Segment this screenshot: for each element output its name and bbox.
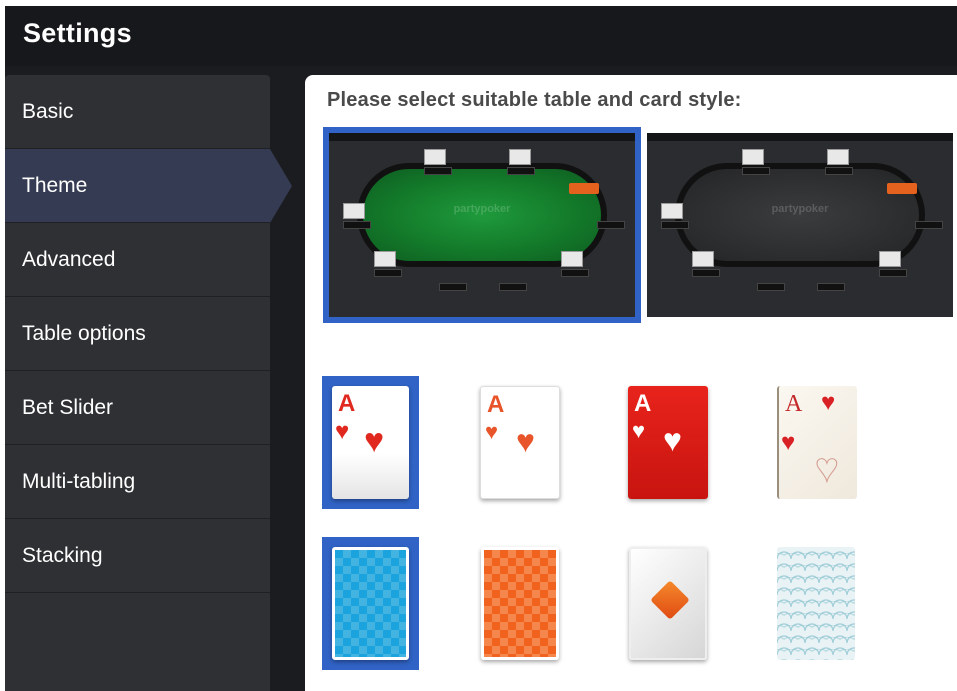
theme-panel: Please select suitable table and card st…: [305, 75, 957, 691]
sidebar-item-advanced[interactable]: Advanced: [5, 223, 270, 297]
seat-label: [757, 283, 785, 291]
seat-label: [825, 167, 853, 175]
heart-icon: ♥: [335, 418, 350, 445]
preview-toolbar: [329, 133, 635, 141]
seat-cards: [742, 149, 764, 165]
sidebar-item-multi-tabling[interactable]: Multi-tabling: [5, 445, 270, 519]
heart-icon: ♥: [364, 422, 385, 460]
settings-window: Settings Basic Theme Advanced Table opti…: [5, 6, 957, 691]
card-back-orange[interactable]: [481, 547, 559, 660]
seat-label: [692, 269, 720, 277]
seat-label: [817, 283, 845, 291]
seat-label: [742, 167, 770, 175]
card-rank: A: [487, 391, 505, 418]
card-rank: A: [338, 390, 356, 417]
seat-label: [915, 221, 943, 229]
card-back-preview: [629, 547, 707, 660]
card-front-preview: A ♥ ♥: [628, 386, 708, 499]
action-button: [887, 183, 917, 194]
title-bar: Settings: [5, 6, 957, 66]
seat-cards: [374, 251, 396, 267]
sidebar-item-label: Theme: [22, 173, 88, 197]
card-back-preview: [777, 547, 855, 660]
card-back-preview: [332, 547, 409, 660]
diamond-logo-icon: [650, 580, 690, 620]
sidebar-item-label: Table options: [22, 321, 146, 345]
card-back-white-logo[interactable]: [629, 547, 707, 660]
sidebar-item-table-options[interactable]: Table options: [5, 297, 270, 371]
table-preview-green: partypoker: [329, 133, 635, 317]
seat-cards: [661, 203, 683, 219]
seat-label: [374, 269, 402, 277]
seat-cards: [343, 203, 365, 219]
sidebar-item-label: Stacking: [22, 543, 103, 567]
sidebar-item-stacking[interactable]: Stacking: [5, 519, 270, 593]
seat-label: [879, 269, 907, 277]
card-back-teal[interactable]: [777, 547, 855, 660]
card-front-vintage[interactable]: A ♥ ♥ ♥: [777, 386, 857, 499]
card-front-simple[interactable]: A ♥ ♥: [480, 386, 560, 499]
card-front-preview: A ♥ ♥: [332, 386, 409, 499]
seat-cards: [509, 149, 531, 165]
heart-icon: ♥: [821, 389, 836, 416]
table-preview-dark: partypoker: [647, 133, 953, 317]
seat-label: [661, 221, 689, 229]
panel-heading: Please select suitable table and card st…: [327, 89, 742, 111]
table-theme-dark[interactable]: partypoker: [647, 133, 953, 317]
card-front-classic[interactable]: A ♥ ♥: [322, 376, 419, 509]
heart-icon: ♥: [632, 418, 646, 443]
seat-cards: [424, 149, 446, 165]
sidebar-item-label: Bet Slider: [22, 395, 114, 419]
card-back-blue[interactable]: [322, 537, 419, 670]
seat-label: [439, 283, 467, 291]
sidebar: Basic Theme Advanced Table options Bet S…: [5, 75, 292, 691]
heart-outline-icon: ♥: [815, 446, 840, 490]
seat-label: [424, 167, 452, 175]
seat-label: [507, 167, 535, 175]
heart-icon: ♥: [781, 429, 796, 456]
sidebar-item-label: Multi-tabling: [22, 469, 136, 493]
seat-label: [343, 221, 371, 229]
seat-cards: [692, 251, 714, 267]
card-rank: A: [785, 391, 803, 417]
felt-logo: partypoker: [771, 203, 829, 216]
preview-toolbar: [647, 133, 953, 141]
sidebar-item-theme[interactable]: Theme: [5, 149, 292, 223]
action-button: [569, 183, 599, 194]
sidebar-item-basic[interactable]: Basic: [5, 75, 270, 149]
seat-label: [561, 269, 589, 277]
seat-label: [597, 221, 625, 229]
card-rank: A: [634, 390, 652, 417]
card-back-preview: [481, 547, 559, 660]
seat-cards: [561, 251, 583, 267]
felt-logo: partypoker: [453, 203, 511, 216]
card-front-preview: A ♥ ♥ ♥: [777, 386, 857, 499]
sidebar-item-label: Basic: [22, 99, 74, 123]
card-front-red[interactable]: A ♥ ♥: [628, 386, 708, 499]
active-indicator-arrow: [270, 149, 292, 223]
heart-icon: ♥: [663, 422, 682, 458]
heart-icon: ♥: [485, 419, 499, 444]
seat-cards: [879, 251, 901, 267]
card-front-preview: A ♥ ♥: [480, 386, 560, 499]
heart-icon: ♥: [516, 423, 535, 459]
seat-label: [499, 283, 527, 291]
window-title: Settings: [23, 18, 132, 48]
sidebar-item-bet-slider[interactable]: Bet Slider: [5, 371, 270, 445]
table-theme-green[interactable]: partypoker: [323, 127, 641, 323]
sidebar-item-label: Advanced: [22, 247, 116, 271]
seat-cards: [827, 149, 849, 165]
